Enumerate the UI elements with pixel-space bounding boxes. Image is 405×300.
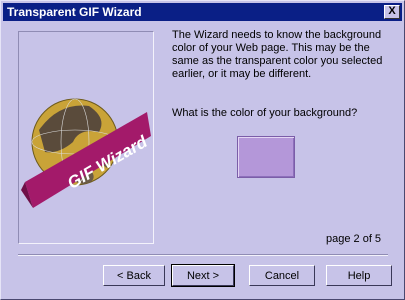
title-bar: Transparent GIF Wizard X [3, 3, 402, 21]
separator-line [18, 254, 388, 256]
wizard-window: Transparent GIF Wizard X GIF Wizard The … [0, 0, 405, 300]
next-button[interactable]: Next > [171, 264, 235, 287]
close-button[interactable]: X [384, 5, 400, 19]
page-indicator: page 2 of 5 [326, 233, 382, 245]
wizard-illustration: GIF Wizard [18, 31, 154, 244]
instruction-text: The Wizard needs to know the background … [172, 29, 383, 80]
help-button[interactable]: Help [326, 265, 392, 286]
background-color-swatch[interactable] [237, 136, 295, 178]
background-question: What is the color of your background? [172, 107, 358, 119]
back-button[interactable]: < Back [103, 265, 165, 286]
window-title: Transparent GIF Wizard [7, 5, 142, 19]
cancel-button[interactable]: Cancel [249, 265, 315, 286]
